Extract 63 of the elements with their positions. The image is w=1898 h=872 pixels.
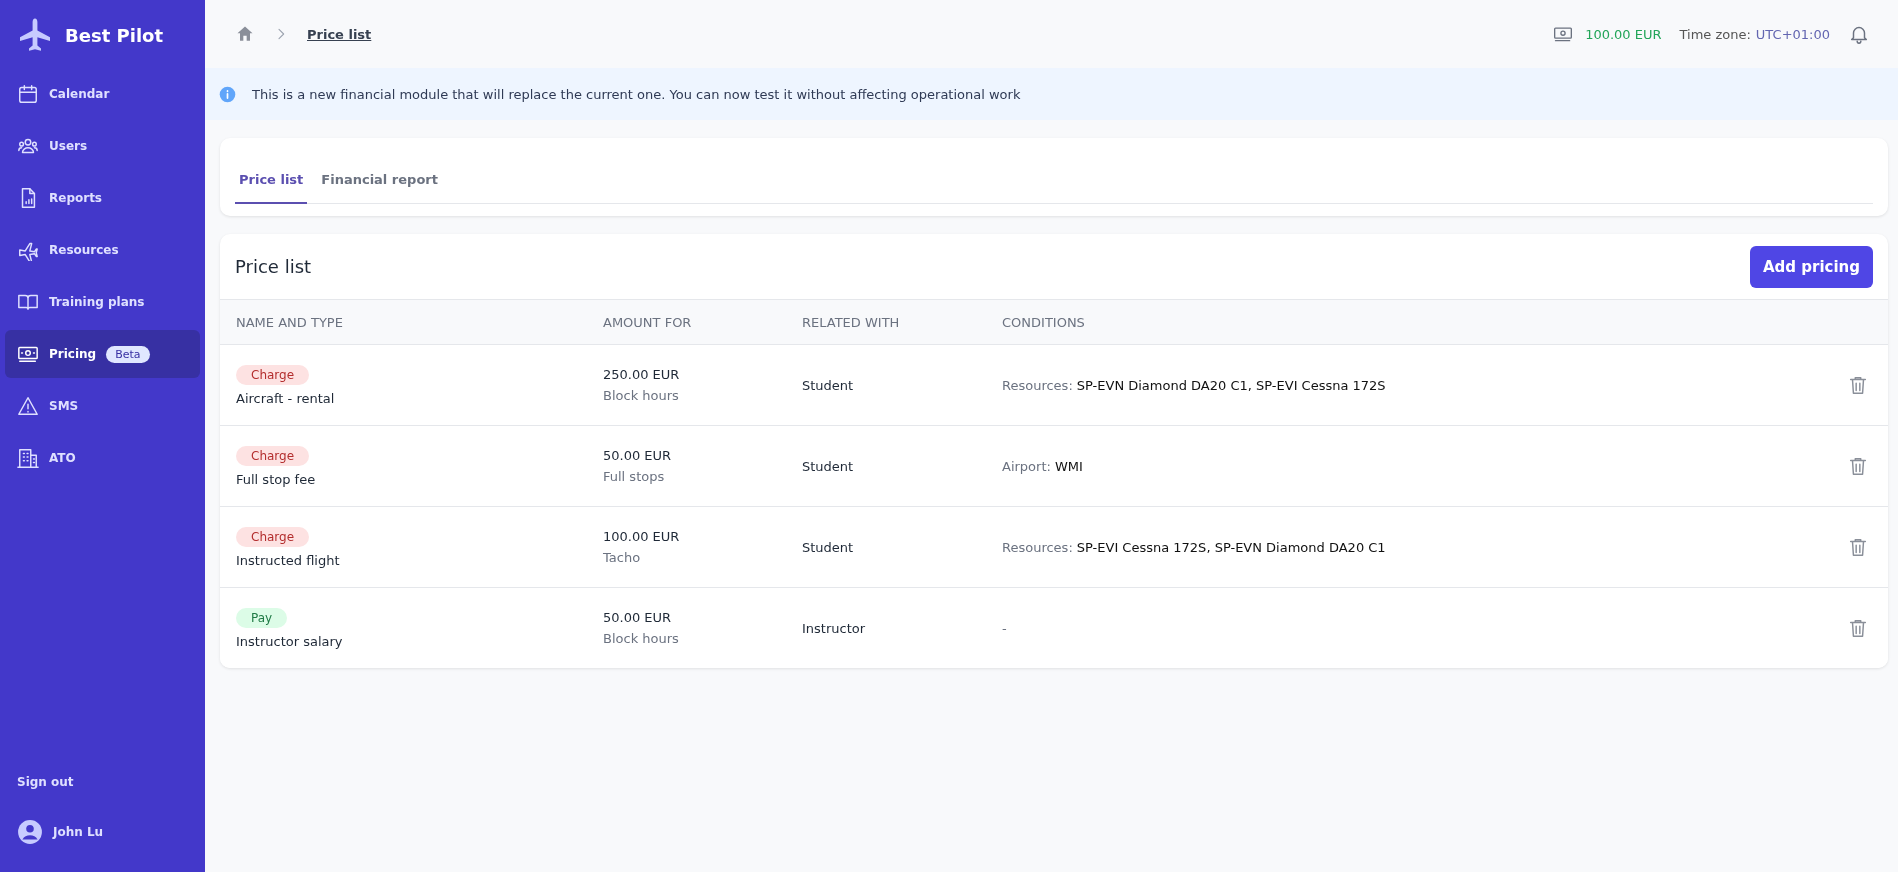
type-tag: Pay bbox=[236, 607, 288, 628]
unit-text: Block hours bbox=[603, 631, 680, 646]
info-message: This is a new financial module that will replace the current one. You can now test it without affecting operational work bbox=[252, 86, 1021, 102]
nav-item[interactable]: Users bbox=[5, 122, 200, 170]
condition-value: WMI bbox=[1054, 458, 1083, 474]
column-header: RELATED WITH bbox=[802, 313, 901, 332]
nav-item[interactable]: Pricing Beta bbox=[5, 330, 200, 378]
avatar-icon bbox=[17, 819, 43, 845]
pricing-name: Aircraft - rental bbox=[236, 390, 335, 406]
nav-item[interactable]: Calendar bbox=[5, 70, 200, 118]
condition-value: SP-EVI Cessna 172S, SP-EVN Diamond DA20 C1 bbox=[1076, 539, 1386, 555]
condition-label: Resources: bbox=[1002, 377, 1073, 393]
amount-text: 50.00 EUR bbox=[603, 448, 673, 463]
trash-icon[interactable] bbox=[1847, 617, 1869, 639]
nav-item[interactable]: Resources bbox=[5, 226, 200, 274]
type-tag: Charge bbox=[236, 445, 310, 466]
pricing-name: Instructor salary bbox=[236, 633, 343, 649]
related-text: Student bbox=[802, 377, 855, 393]
unit-text: Tacho bbox=[603, 550, 642, 565]
nav-item[interactable]: Training plans bbox=[5, 278, 200, 326]
brand-name: Best Pilot bbox=[65, 24, 163, 46]
calendar-icon bbox=[17, 83, 39, 105]
related-text: Student bbox=[802, 539, 855, 555]
tab[interactable]: Price list bbox=[235, 172, 308, 204]
airplane-icon bbox=[17, 17, 53, 53]
amount-text: 50.00 EUR bbox=[603, 610, 673, 625]
info-icon bbox=[219, 85, 236, 103]
add-pricing-button[interactable]: Add pricing bbox=[1749, 245, 1873, 288]
condition-label: Resources: bbox=[1002, 539, 1073, 555]
unit-text: Full stops bbox=[603, 469, 666, 484]
related-text: Student bbox=[802, 458, 855, 474]
unit-text: Block hours bbox=[603, 388, 680, 403]
breadcrumb-link[interactable]: Price list bbox=[307, 26, 372, 42]
timezone-label: Time zone: bbox=[1679, 26, 1751, 42]
balance-amount: 100.00 EUR bbox=[1585, 26, 1662, 42]
warning-icon bbox=[17, 395, 39, 417]
user-profile[interactable]: John Lu bbox=[5, 802, 200, 862]
empty-condition: - bbox=[1002, 620, 1008, 636]
condition-value: SP-EVN Diamond DA20 C1, SP-EVI Cessna 172S bbox=[1076, 377, 1386, 393]
tab[interactable]: Financial report bbox=[317, 172, 442, 204]
column-header: NAME AND TYPE bbox=[235, 313, 344, 332]
beta-badge: Beta bbox=[106, 345, 150, 363]
column-header: AMOUNT FOR bbox=[603, 313, 693, 332]
home-icon[interactable] bbox=[235, 24, 255, 44]
column-header: CONDITIONS bbox=[1002, 313, 1086, 332]
related-text: Instructor bbox=[802, 620, 867, 636]
trash-icon[interactable] bbox=[1847, 455, 1869, 477]
building-icon bbox=[17, 447, 39, 469]
trash-icon[interactable] bbox=[1847, 536, 1869, 558]
pricing-name: Instructed flight bbox=[236, 552, 340, 568]
timezone-value[interactable]: UTC+01:00 bbox=[1755, 26, 1830, 42]
type-tag: Charge bbox=[236, 364, 310, 385]
nav-item[interactable]: SMS bbox=[5, 382, 200, 430]
sign-out-link[interactable]: Sign out bbox=[5, 762, 200, 802]
trash-icon[interactable] bbox=[1847, 374, 1869, 396]
condition-label: Airport: bbox=[1002, 458, 1051, 474]
amount-text: 100.00 EUR bbox=[603, 529, 681, 544]
pricing-name: Full stop fee bbox=[236, 471, 316, 487]
nav-item[interactable]: ATO bbox=[5, 434, 200, 482]
amount-text: 250.00 EUR bbox=[603, 367, 681, 382]
type-tag: Charge bbox=[236, 526, 310, 547]
nav-item[interactable]: Reports bbox=[5, 174, 200, 222]
section-title: Price list bbox=[235, 256, 312, 277]
